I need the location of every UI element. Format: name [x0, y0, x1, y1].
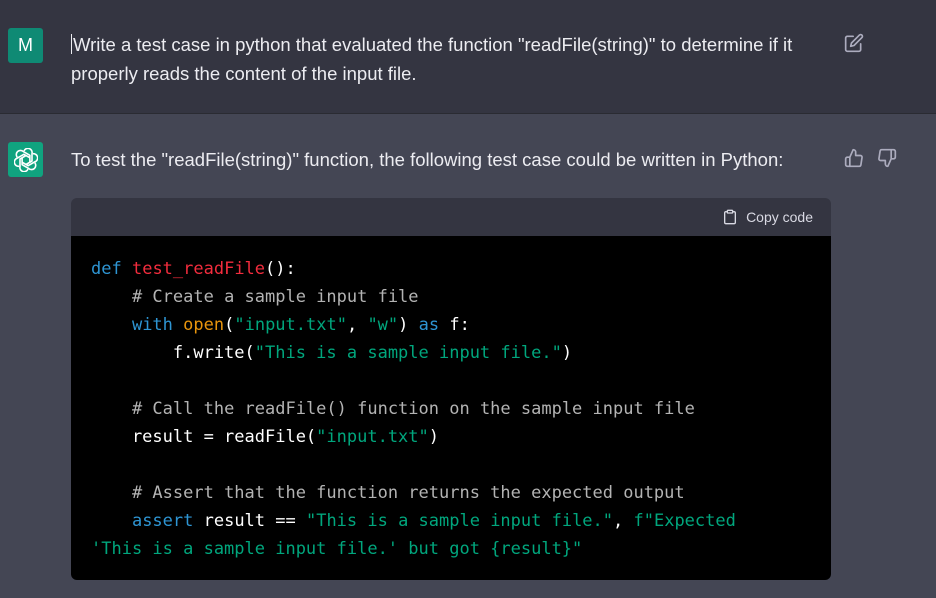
user-message-row: M Write a test case in python that evalu…	[0, 0, 936, 114]
user-avatar: M	[8, 28, 43, 63]
code-line: # Call the readFile() function on the sa…	[131, 399, 695, 419]
edit-icon[interactable]	[844, 33, 864, 53]
text-caret	[71, 34, 72, 54]
thumbs-up-icon[interactable]	[844, 148, 864, 168]
code-line: 'This is a sample input file.' but got {…	[91, 539, 583, 559]
clipboard-icon	[724, 209, 737, 225]
code-line: result = readFile("input.txt")	[91, 427, 440, 447]
code-block-header: Copy code	[71, 198, 831, 236]
user-message: Write a test case in python that evaluat…	[71, 30, 831, 88]
copy-code-label: Copy code	[746, 209, 813, 225]
thumbs-down-icon[interactable]	[877, 148, 897, 168]
user-message-text: Write a test case in python that evaluat…	[71, 34, 793, 84]
code-line: ​	[91, 451, 811, 479]
code-line: ​	[91, 367, 811, 395]
chatgpt-logo-icon	[8, 142, 43, 177]
code-block: Copy code def test_readFile(): # Create …	[71, 198, 831, 580]
code-line: with open("input.txt", "w") as f:	[131, 315, 470, 335]
assistant-message-row: To test the "readFile(string)" function,…	[0, 114, 936, 598]
copy-code-button[interactable]: Copy code	[722, 209, 813, 225]
assistant-intro: To test the "readFile(string)" function,…	[71, 149, 784, 170]
code-line: f.write("This is a sample input file.")	[91, 343, 573, 363]
code-line: # Create a sample input file	[131, 287, 419, 307]
code-line: # Assert that the function returns the e…	[131, 483, 685, 503]
code-line: assert result == "This is a sample input…	[131, 511, 747, 531]
code-line: def test_readFile():	[91, 259, 296, 279]
code-body: def test_readFile(): # Create a sample i…	[71, 236, 831, 580]
